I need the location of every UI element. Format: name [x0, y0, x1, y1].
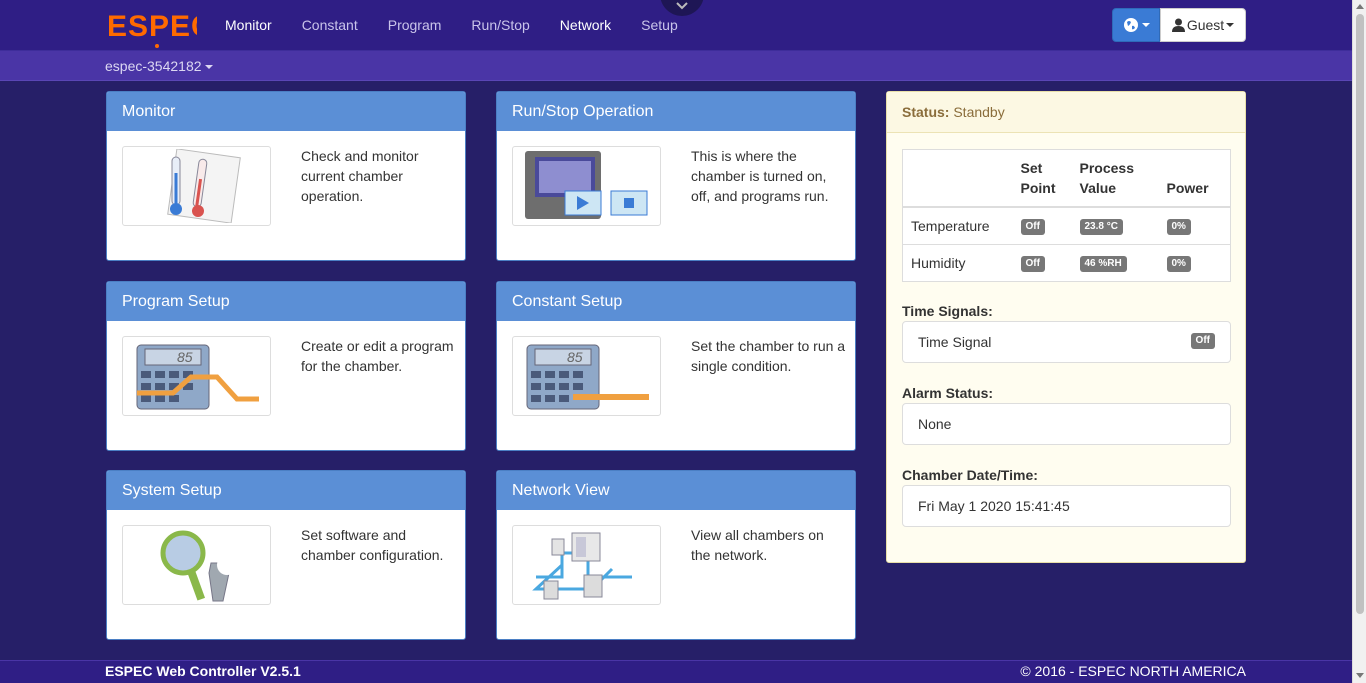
time-signals-label: Time Signals:	[902, 303, 993, 319]
table-row: Temperature Off 23.8 °C 0%	[902, 206, 1231, 244]
scroll-thumb[interactable]	[1356, 14, 1364, 614]
status-header: Status: Standby	[887, 92, 1245, 133]
card-program-setup[interactable]: Program Setup 85 Create or edit a progra…	[106, 281, 466, 451]
nav-monitor[interactable]: Monitor	[210, 0, 287, 51]
user-icon	[1171, 18, 1185, 32]
nav-run-stop[interactable]: Run/Stop	[456, 0, 544, 51]
process-value-badge: 46 %RH	[1079, 256, 1127, 272]
time-signal-box[interactable]: Time Signal Off	[902, 321, 1231, 363]
alarm-status-label: Alarm Status:	[902, 385, 994, 401]
caret-icon	[1226, 23, 1235, 27]
card-run-stop[interactable]: Run/Stop Operation This is where the cha…	[496, 91, 856, 261]
time-signal-badge[interactable]: Off	[1190, 333, 1215, 349]
status-label: Status:	[902, 104, 950, 120]
nav-constant[interactable]: Constant	[287, 0, 373, 51]
caret-icon	[205, 65, 214, 70]
globe-icon	[1123, 18, 1138, 32]
device-name: espec-3542182	[105, 58, 202, 74]
espec-logo[interactable]: ESPEC	[105, 6, 213, 48]
card-title: System Setup	[107, 471, 465, 510]
card-description: Create or edit a program for the chamber…	[301, 338, 454, 374]
network-chambers-icon	[512, 525, 661, 605]
chamber-datetime-label: Chamber Date/Time:	[902, 467, 1038, 483]
card-description: This is where the chamber is turned on, …	[691, 148, 829, 204]
chevron-down-icon	[676, 2, 688, 10]
top-navbar: ESPEC Monitor Constant Program Run/Stop …	[0, 0, 1352, 51]
card-system-setup[interactable]: System Setup Set software and chamber co…	[106, 470, 466, 640]
language-button[interactable]	[1112, 8, 1160, 42]
row-label: Temperature	[902, 206, 1013, 244]
alarm-status-value: None	[918, 416, 952, 432]
card-description: Check and monitor current chamber operat…	[301, 148, 419, 204]
page-scrollbar[interactable]	[1352, 0, 1366, 683]
table-header-power: Power	[1158, 149, 1231, 208]
chamber-datetime-box: Fri May 1 2020 15:41:45	[902, 485, 1231, 527]
chamber-datetime-value: Fri May 1 2020 15:41:45	[918, 498, 1070, 514]
status-table: Set Point Process Value Power Temperatur…	[902, 149, 1231, 282]
table-row: Humidity Off 46 %RH 0%	[902, 243, 1231, 281]
svg-text:ESPEC: ESPEC	[107, 10, 197, 43]
main-nav: Monitor Constant Program Run/Stop Networ…	[210, 0, 693, 51]
calculator-constant-icon: 85	[512, 336, 661, 416]
table-header-empty	[902, 149, 1013, 208]
card-title: Monitor	[107, 92, 465, 131]
card-network-view[interactable]: Network View View all chambers on the ne…	[496, 470, 856, 640]
power-badge: 0%	[1166, 219, 1191, 236]
status-panel: Status: Standby Set Point Process Value …	[886, 91, 1246, 563]
scroll-up-icon[interactable]	[1356, 4, 1364, 9]
nav-network[interactable]: Network	[545, 0, 626, 51]
calculator-program-icon: 85	[122, 336, 271, 416]
user-menu-button[interactable]: Guest	[1160, 8, 1246, 42]
card-description: Set software and chamber configuration.	[301, 527, 444, 563]
card-title: Constant Setup	[497, 282, 855, 321]
device-selector[interactable]: espec-3542182	[105, 58, 214, 74]
process-value-badge: 23.8 °C	[1079, 219, 1123, 236]
card-description: Set the chamber to run a single conditio…	[691, 338, 846, 374]
card-title: Program Setup	[107, 282, 465, 321]
footer: ESPEC Web Controller V2.5.1 © 2016 - ESP…	[0, 660, 1352, 683]
footer-copyright: © 2016 - ESPEC NORTH AMERICA	[1020, 663, 1246, 679]
status-value: Standby	[953, 104, 1005, 120]
table-header-process-value: Process Value	[1071, 149, 1159, 208]
card-title: Network View	[497, 471, 855, 510]
magnifier-wrench-icon	[122, 525, 271, 605]
table-header-set-point: Set Point	[1012, 149, 1072, 208]
row-label: Humidity	[902, 243, 1013, 281]
power-badge: 0%	[1166, 256, 1191, 272]
table-header-row: Set Point Process Value Power	[902, 149, 1231, 208]
svg-text:85: 85	[567, 349, 583, 365]
card-title: Run/Stop Operation	[497, 92, 855, 131]
controller-play-stop-icon	[512, 146, 661, 226]
footer-version: ESPEC Web Controller V2.5.1	[105, 663, 301, 679]
svg-text:85: 85	[177, 349, 193, 365]
alarm-status-box: None	[902, 403, 1231, 445]
time-signal-name: Time Signal	[918, 334, 992, 350]
user-label: Guest	[1186, 17, 1225, 33]
card-description: View all chambers on the network.	[691, 527, 824, 563]
caret-icon	[1141, 23, 1150, 27]
thermometer-icon	[122, 146, 271, 226]
card-monitor[interactable]: Monitor Check and monitor current chambe…	[106, 91, 466, 261]
set-point-badge[interactable]: Off	[1020, 256, 1045, 272]
device-bar: espec-3542182	[0, 51, 1352, 81]
card-constant-setup[interactable]: Constant Setup 85 Set the chamber to run…	[496, 281, 856, 451]
nav-program[interactable]: Program	[373, 0, 457, 51]
scroll-down-icon[interactable]	[1356, 673, 1364, 678]
set-point-badge[interactable]: Off	[1020, 219, 1045, 236]
